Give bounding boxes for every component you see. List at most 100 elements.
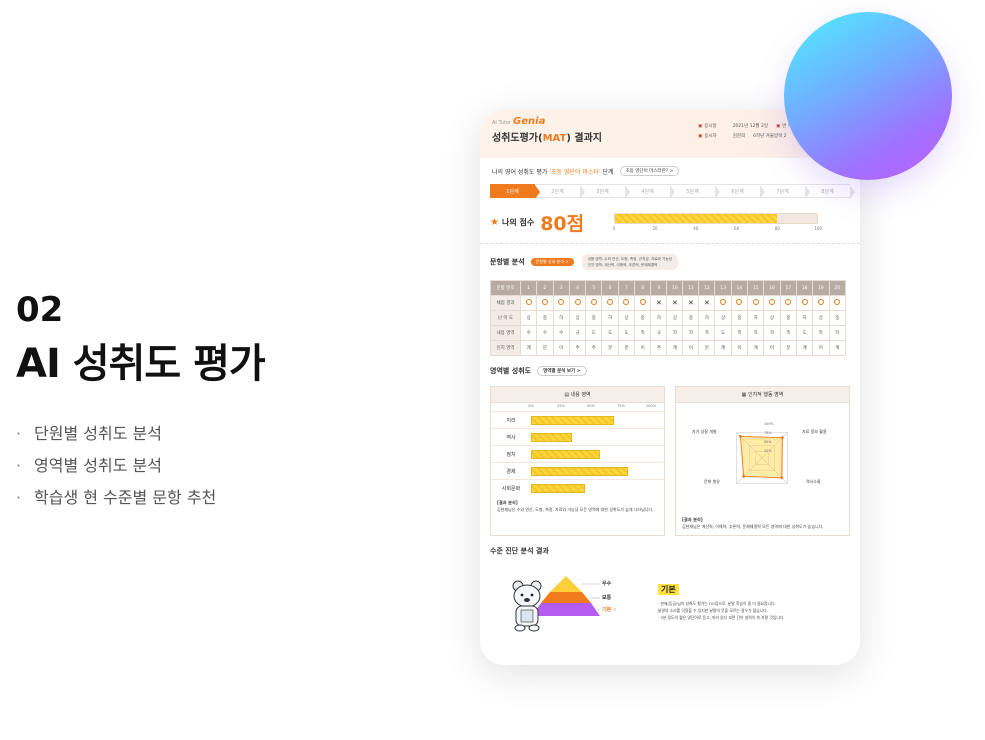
items-table: 문항 번호 1 2 3 4 5 6 7 8 9 10 11 12 13 14 15 16 17 18 19 20 채점 결… [490, 280, 847, 356]
step-6[interactable]: 6단계 [715, 184, 765, 199]
table-cell: 이 [682, 340, 700, 356]
correct-icon [607, 299, 614, 305]
step-1[interactable]: 1단계 [490, 184, 540, 199]
table-cell: 도 [601, 325, 619, 341]
content-tick: 25% [557, 404, 565, 408]
table-cell: 하 [650, 310, 668, 326]
step-4[interactable]: 4단계 [625, 184, 675, 199]
table-cell: 5 [585, 280, 603, 296]
feature-item: · 단원별 성취도 분석 [16, 418, 265, 450]
row-label: 내용 영역 [490, 325, 521, 341]
table-cell [519, 295, 538, 311]
table-cell: 계 [519, 340, 538, 356]
table-cell: 이 [552, 340, 570, 356]
stage-steps: 1단계 2단계 3단계 4단계 5단계 6단계 7단계 8단계 [490, 184, 855, 199]
content-panel-title: 내용 영역 [570, 392, 591, 398]
table-cell [601, 295, 619, 311]
table-cell: 계 [747, 340, 765, 356]
table-cell: 계 [828, 340, 847, 356]
score-tick: 100 [814, 226, 823, 231]
radar-label-bottom-left: 문화 향유 [704, 479, 720, 484]
table-cell: 분 [698, 340, 716, 356]
table-cell: 수 [536, 325, 554, 341]
wrong-icon: ✕ [671, 299, 678, 307]
table-cell: 수 [519, 325, 538, 341]
row-label: 난 이 도 [490, 310, 521, 326]
table-cell: 상 [812, 310, 830, 326]
content-bar-label: 지리 [506, 417, 516, 424]
content-bar-label: 정치 [506, 451, 516, 458]
table-cell: 추 [650, 340, 668, 356]
level-tag-normal: 보통 [602, 595, 612, 601]
table-cell: 자 [666, 325, 684, 341]
score-label-text: 나의 점수 [501, 218, 535, 227]
table-row: 채점 결과 ✕ ✕ ✕ ✕ [490, 295, 847, 311]
table-cell: 8 [634, 280, 652, 296]
table-cell: 중 [585, 310, 603, 326]
cognitive-analysis: [결과 분석] 김현재님은 계산력, 이해력, 추론력, 문제해결력 모든 영역에… [676, 513, 849, 534]
table-row: 문항 번호 1 2 3 4 5 6 7 8 9 10 11 12 13 14 15 16 17 18 19 20 [490, 280, 847, 296]
content-bar-track [531, 432, 651, 442]
table-cell: 추 [585, 340, 603, 356]
table-cell [634, 295, 652, 311]
table-cell: 계 [666, 340, 684, 356]
table-cell: 분 [536, 340, 554, 356]
table-cell: 자 [747, 325, 765, 341]
table-cell: 하 [747, 310, 765, 326]
table-cell [828, 295, 847, 311]
report-title-pre: 성취도평가( [492, 133, 543, 144]
stage-suffix: 단계 [602, 168, 614, 176]
feature-item: · 영역별 성취도 분석 [16, 450, 265, 482]
table-cell: 12 [698, 280, 716, 296]
calendar-icon: ▣ [698, 124, 703, 129]
stage-info-button[interactable]: 초등 영단어 마스터란? > [619, 166, 680, 176]
correct-icon [817, 299, 824, 305]
table-cell [779, 295, 797, 311]
cognitive-domain-panel: ▦ 인지적 행동 영역 100% 75% 50% 25% 자기 성찰 개발 자료 정보… [675, 386, 850, 536]
step-2[interactable]: 2단계 [535, 184, 585, 199]
content-bar-label: 역사 [506, 434, 516, 441]
correct-icon [574, 299, 581, 305]
step-8[interactable]: 8단계 [805, 184, 855, 199]
radar-ring-label: 75% [764, 431, 772, 435]
report-title-post: ) 결과지 [566, 133, 602, 144]
domain-title: 영역별 성취도 [490, 367, 532, 375]
table-cell: 측 [634, 325, 652, 341]
meta-name-label: 응시자 [704, 134, 717, 139]
table-cell: 측 [698, 325, 716, 341]
table-row: 인지 영역 계 분 이 추 추 분 분 이 추 계 이 분 계 이 계 이 분 계 이 계 [490, 340, 847, 356]
step-3[interactable]: 3단계 [580, 184, 630, 199]
table-cell: 이 [812, 340, 830, 356]
meta-date-label: 응시일 [704, 124, 717, 129]
star-icon: ★ [490, 217, 499, 228]
stage-name: '초등 영단어 마스터' [549, 168, 601, 176]
step-7[interactable]: 7단계 [760, 184, 810, 199]
content-analysis-text: 김현재님은 수와 연산, 도형, 측정, 자료와 가능성 모든 영역에 대한 성… [497, 506, 654, 512]
row-label: 채점 결과 [490, 295, 521, 311]
score-tick: 20 [652, 226, 658, 231]
step-5[interactable]: 5단계 [670, 184, 720, 199]
feature-item: · 학습생 현 수준별 문항 추천 [16, 482, 265, 514]
table-cell: 상 [617, 310, 636, 326]
items-note-line: 인지 영역: 계산력, 이해력, 추론력, 문제해결력 [587, 263, 658, 267]
content-bar-label: 사회문화 [501, 485, 521, 492]
score-tick: 60 [734, 226, 740, 231]
feature-item-label: 영역별 성취도 분석 [34, 456, 162, 475]
score-tick: 40 [693, 226, 699, 231]
table-cell: 15 [747, 280, 765, 296]
table-cell: 하 [795, 310, 814, 326]
table-cell: ✕ [650, 295, 668, 311]
radar-ring-label: 25% [764, 449, 772, 453]
level-tag-basic-label: 기본 [602, 607, 612, 613]
table-cell: 도 [617, 325, 636, 341]
table-cell: 10 [666, 280, 684, 296]
level-title: 수준 진단 분석 결과 [490, 547, 549, 555]
score-row: ★ 나의 점수 80점 0 20 40 60 80 100 [480, 198, 860, 244]
content-bar-row: 사회문화 [491, 479, 664, 496]
table-cell [552, 295, 570, 311]
items-detail-button[interactable]: 문항별 상세 분석 > [530, 258, 574, 266]
table-cell: 규 [568, 325, 587, 341]
domain-detail-button[interactable]: 영역별 분석 보기 > [537, 366, 587, 376]
class-icon: ▣ [776, 124, 781, 129]
table-cell: 수 [552, 325, 570, 341]
